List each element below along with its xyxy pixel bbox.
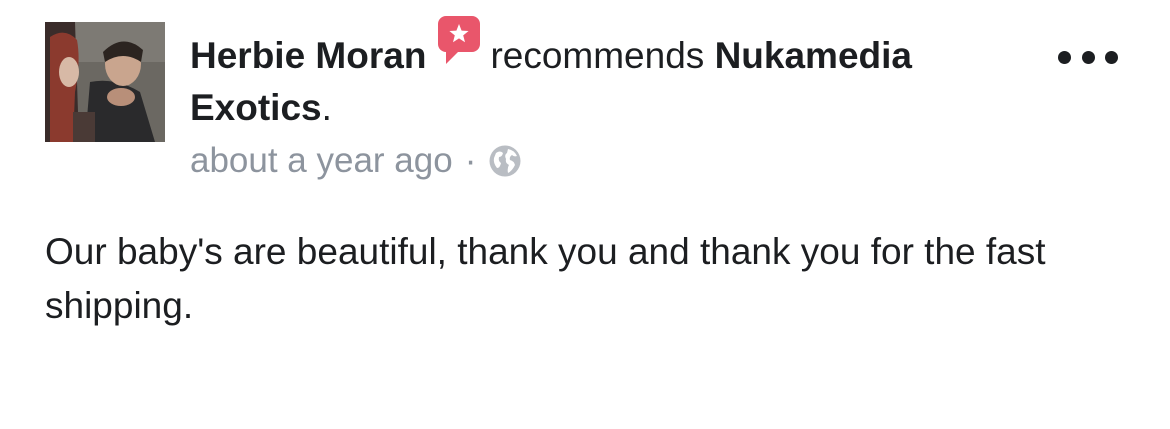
post-body-text: Our baby's are beautiful, thank you and … xyxy=(45,231,1046,326)
post-meta: about a year ago · xyxy=(190,138,522,184)
globe-icon[interactable] xyxy=(488,144,522,178)
author-avatar[interactable] xyxy=(45,22,165,142)
post-timestamp[interactable]: about a year ago xyxy=(190,141,453,181)
more-dot xyxy=(1105,50,1118,64)
post-header: Herbie Moran recommends Nukamedia Exotic… xyxy=(190,16,1020,134)
header-punctuation: . xyxy=(321,87,332,128)
more-options-icon[interactable] xyxy=(1058,42,1118,72)
more-dot xyxy=(1081,50,1095,64)
recommend-star-icon xyxy=(436,16,482,74)
meta-separator: · xyxy=(464,141,477,180)
author-name-link[interactable]: Herbie Moran xyxy=(190,35,426,76)
more-dot xyxy=(1058,50,1071,64)
recommends-text: recommends xyxy=(490,35,705,76)
